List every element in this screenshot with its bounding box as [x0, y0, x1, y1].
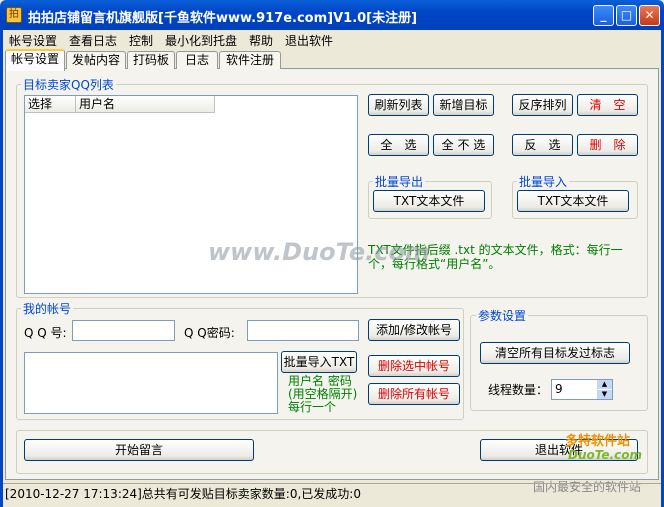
- qq-password-label: Q Q密码:: [184, 326, 235, 340]
- spinner-up-icon[interactable]: ▲: [597, 380, 612, 389]
- thread-count-spinner[interactable]: 9 ▲ ▼: [551, 379, 613, 400]
- delete-button[interactable]: 删 除: [577, 134, 638, 156]
- thread-count-label: 线程数量：: [488, 383, 549, 397]
- menu-help[interactable]: 帮助: [249, 32, 273, 49]
- batch-export-label: 批量导出: [373, 173, 426, 190]
- export-txt-button[interactable]: TXT文本文件: [373, 190, 485, 212]
- clear-button[interactable]: 清 空: [577, 94, 638, 116]
- batch-import-txt-button[interactable]: 批量导入TXT: [281, 351, 357, 373]
- maximize-button[interactable]: □: [616, 5, 637, 26]
- menu-control[interactable]: 控制: [129, 32, 153, 49]
- target-group-label: 目标卖家QQ列表: [21, 76, 116, 93]
- watermark-corner-site: DuoTe.com: [568, 448, 642, 462]
- delete-all-accounts-button[interactable]: 删除所有帐号: [368, 383, 460, 405]
- tab-post-content[interactable]: 发帖内容: [66, 51, 126, 69]
- params-group-label: 参数设置: [476, 307, 529, 324]
- tab-account-settings[interactable]: 帐号设置: [5, 49, 65, 71]
- import-txt-button[interactable]: TXT文本文件: [517, 190, 629, 212]
- clear-target-flags-button[interactable]: 清空所有目标发过标志: [480, 342, 630, 364]
- add-target-button[interactable]: 新增目标: [433, 94, 494, 116]
- title-bar[interactable]: 拍 拍拍店铺留言机旗舰版[千鱼软件www.917e.com]V1.0[未注册] …: [0, 0, 664, 30]
- batch-import-label: 批量导入: [517, 173, 570, 190]
- app-icon: 拍: [6, 7, 22, 23]
- menu-exit[interactable]: 退出软件: [285, 32, 333, 49]
- account-list[interactable]: [24, 352, 278, 414]
- window-title: 拍拍店铺留言机旗舰版[千鱼软件www.917e.com]V1.0[未注册]: [28, 11, 418, 26]
- invert-selection-button[interactable]: 反 选: [512, 134, 573, 156]
- refresh-list-button[interactable]: 刷新列表: [368, 94, 429, 116]
- thread-count-value: 9: [555, 382, 563, 396]
- my-account-label: 我的帐号: [21, 300, 74, 317]
- qq-number-input[interactable]: [72, 320, 175, 341]
- select-all-button[interactable]: 全 选: [368, 134, 429, 156]
- qq-number-label: Q Q 号:: [24, 326, 67, 340]
- status-bar: [2010-12-27 17:13:24]总共有可发贴目标卖家数量:0,已发成功…: [3, 483, 661, 504]
- import-format-hint: 用户名 密码 (用空格隔开) 每行一个: [288, 375, 357, 414]
- menu-bar: 帐号设置 查看日志 控制 最小化到托盘 帮助 退出软件: [3, 30, 661, 48]
- spinner-down-icon[interactable]: ▼: [597, 390, 612, 399]
- menu-minimize-to-tray[interactable]: 最小化到托盘: [165, 32, 237, 49]
- delete-selected-accounts-button[interactable]: 删除选中帐号: [368, 355, 460, 377]
- select-none-button[interactable]: 全 不 选: [433, 134, 494, 156]
- add-edit-account-button[interactable]: 添加/修改帐号: [368, 319, 460, 341]
- tab-captcha-board[interactable]: 打码板: [127, 51, 175, 69]
- close-button[interactable]: ✕: [639, 5, 660, 26]
- watermark-text: www.DuoTe.com: [208, 238, 430, 266]
- column-header-username[interactable]: 用户名: [76, 96, 215, 113]
- menu-account-settings[interactable]: 帐号设置: [9, 32, 57, 49]
- import-hint-line-3: 每行一个: [288, 400, 337, 414]
- reverse-sort-button[interactable]: 反序排列: [512, 94, 573, 116]
- watermark-corner-title: 多特软件站: [565, 434, 631, 449]
- tab-software-registration[interactable]: 软件注册: [219, 51, 281, 69]
- qq-password-input[interactable]: [247, 320, 359, 341]
- window-border-left: [0, 30, 3, 507]
- menu-view-log[interactable]: 查看日志: [69, 32, 117, 49]
- minimize-button[interactable]: _: [593, 5, 614, 26]
- tab-log[interactable]: 日志: [176, 51, 218, 69]
- column-header-select[interactable]: 选择: [25, 96, 76, 113]
- start-posting-button[interactable]: 开始留言: [24, 439, 254, 461]
